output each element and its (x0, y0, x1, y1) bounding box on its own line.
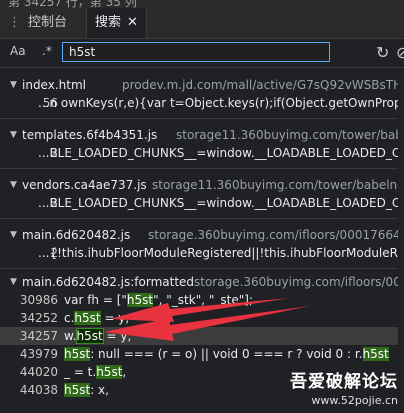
watermark: 吾爱破解论坛 www.52pojie.cn (248, 367, 398, 407)
result-match-line[interactable]: 34252 c.h5st = y, (0, 309, 404, 327)
result-match-line[interactable]: 56 ...n ownKeys(r,e){var t=Object.keys(r… (0, 94, 404, 112)
match-highlight: h5st (362, 347, 389, 361)
result-file-header[interactable]: ▼ main.6d620482.js:formatted storage.360… (0, 273, 404, 291)
match-case-toggle[interactable]: Aa (10, 44, 26, 58)
result-file-header[interactable]: ▼ main.6d620482.js storage.360buyimg.com… (0, 226, 404, 244)
tab-console[interactable]: 控制台 (20, 8, 75, 38)
result-file-url: storage.360buyimg.com/ifloors/0001766 (194, 275, 404, 289)
match-highlight: h5st (74, 311, 101, 325)
line-number: 44020 (19, 365, 58, 379)
clear-icon[interactable]: ⊘ (396, 43, 404, 62)
expand-arrow-icon[interactable]: ▼ (10, 176, 17, 194)
result-group: ▼ main.6d620482.js storage.360buyimg.com… (0, 226, 404, 262)
result-match-line[interactable]: 2 ...BLE_LOADED_CHUNKS__=window.__LOADAB… (0, 144, 404, 162)
match-text: w.h5st = y, (64, 328, 132, 344)
refresh-icon[interactable]: ↻ (376, 43, 389, 62)
divider (0, 118, 404, 119)
match-highlight: h5st (64, 347, 91, 361)
result-file-url: storage11.360buyimg.com/tower/babelnode/ (176, 128, 404, 142)
result-match-line[interactable]: 2 ...BLE_LOADED_CHUNKS__=window.__LOADAB… (0, 194, 404, 212)
match-text: ...n ownKeys(r,e){var t=Object.keys(r);i… (38, 96, 404, 110)
line-number: 34257 (19, 329, 58, 343)
result-match-line[interactable]: 2 ...{!this.ihubFloorModuleRegistered||!… (0, 244, 404, 262)
expand-arrow-icon[interactable]: ▼ (10, 226, 17, 244)
regex-toggle[interactable]: .* (42, 44, 52, 58)
search-toolbar: Aa .* ↻ ⊘ (0, 39, 404, 68)
match-text: h5st: null === (r = o) || void 0 === r ?… (64, 347, 389, 361)
more-tabs-icon[interactable]: ⋮ (8, 8, 21, 38)
match-highlight: h5st (126, 293, 154, 307)
result-group: ▼ vendors.ca4ae737.js storage11.360buyim… (0, 176, 404, 212)
match-text: var fh = ["h5st", "_stk", "_ste"]; (64, 293, 253, 307)
result-file-url: prodev.m.jd.com/mall/active/G7sQ92vWSBsT… (122, 78, 404, 92)
result-file-name: main.6d620482.js:formatted (22, 275, 195, 289)
result-file-name: templates.6f4b4351.js (22, 128, 158, 142)
drawer-tabbar: ⋮ 控制台 搜索 ✕ (0, 8, 404, 39)
divider (0, 218, 404, 219)
line-number: 44038 (19, 383, 58, 397)
expand-arrow-icon[interactable]: ▼ (10, 126, 17, 144)
match-text: ...BLE_LOADED_CHUNKS__=window.__LOADABLE… (38, 146, 404, 160)
watermark-url: www.52pojie.cn (311, 394, 398, 407)
search-input[interactable] (62, 42, 330, 62)
result-file-header[interactable]: ▼ vendors.ca4ae737.js storage11.360buyim… (0, 176, 404, 194)
search-results: ▼ index.html prodev.m.jd.com/mall/active… (0, 68, 404, 413)
match-highlight: h5st (96, 365, 123, 379)
divider (0, 268, 404, 269)
result-group: ▼ index.html prodev.m.jd.com/mall/active… (0, 76, 404, 112)
result-group: ▼ templates.6f4b4351.js storage11.360buy… (0, 126, 404, 162)
match-text: ...BLE_LOADED_CHUNKS__=window.__LOADABLE… (38, 196, 404, 210)
result-file-url: storage11.360buyimg.com/tower/babelnode/… (152, 178, 404, 192)
result-file-name: main.6d620482.js (22, 228, 131, 242)
status-bar: 第 34257 行，第 35 列 (0, 0, 404, 9)
result-file-url: storage.360buyimg.com/ifloors/00017664/s… (148, 228, 404, 242)
result-file-name: index.html (22, 78, 86, 92)
match-text: c.h5st = y, (64, 311, 130, 325)
match-text: ...{!this.ihubFloorModuleRegistered||!th… (38, 246, 404, 260)
results-scrollbar[interactable] (398, 68, 404, 413)
result-match-line[interactable]: 30986 var fh = ["h5st", "_stk", "_ste"]; (0, 291, 404, 309)
expand-arrow-icon[interactable]: ▼ (10, 76, 17, 94)
result-file-header[interactable]: ▼ index.html prodev.m.jd.com/mall/active… (0, 76, 404, 94)
expand-arrow-icon[interactable]: ▼ (10, 273, 17, 291)
tab-search-label: 搜索 (95, 15, 122, 30)
line-number: 43979 (19, 347, 58, 361)
result-file-header[interactable]: ▼ templates.6f4b4351.js storage11.360buy… (0, 126, 404, 144)
line-number: 34252 (19, 311, 58, 325)
close-tab-icon[interactable]: ✕ (127, 15, 138, 30)
divider (0, 168, 404, 169)
result-file-name: vendors.ca4ae737.js (22, 178, 147, 192)
result-match-line[interactable]: 43979 h5st: null === (r = o) || void 0 =… (0, 345, 404, 363)
match-highlight: h5st (75, 328, 104, 344)
result-match-line-selected[interactable]: 34257 w.h5st = y, (0, 327, 404, 345)
match-text: _ = t.h5st, (64, 365, 127, 379)
watermark-title: 吾爱破解论坛 (290, 372, 398, 392)
match-highlight: h5st (64, 383, 91, 397)
line-number: 30986 (19, 293, 58, 307)
match-text: h5st: x, (64, 383, 109, 397)
tab-search[interactable]: 搜索 ✕ (86, 8, 147, 38)
